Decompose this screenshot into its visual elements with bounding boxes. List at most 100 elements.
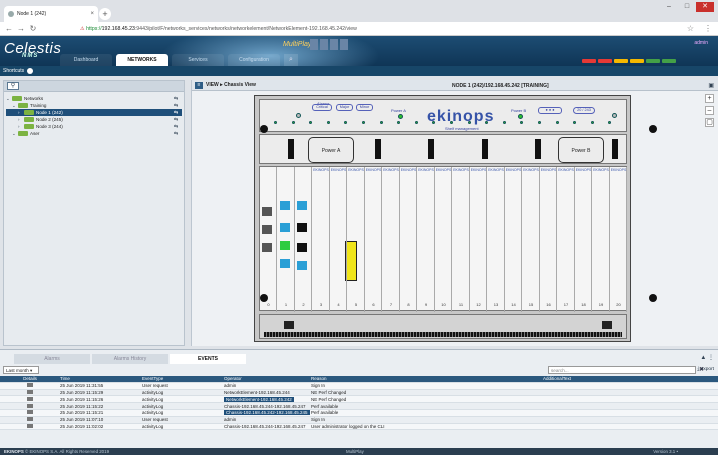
column-header[interactable]: Reason [311,376,543,381]
tab-networks[interactable]: NETWORKS [116,54,168,66]
fit-button[interactable]: ▢ [705,118,714,127]
card-slot[interactable]: EKINOPS 18 [575,167,592,312]
details-cell[interactable] [0,396,60,402]
port-module[interactable] [280,223,290,232]
details-cell[interactable] [0,423,60,429]
alarm-counter[interactable] [630,59,644,63]
port-module[interactable] [280,201,290,210]
table-row[interactable]: 25 Jun 2019 11:02:02 activityLog Chassis-1… [0,423,718,431]
tree-item[interactable]: ⌄ Networks ⇆ [6,95,182,102]
card-slot[interactable]: EKINOPS 7 [383,167,400,312]
tree-item[interactable]: › Node 3 (244) ⇆ [6,123,182,130]
table-row[interactable]: 25 Jun 2019 11:15:22 activityLog Chassis-1… [0,403,718,410]
details-icon[interactable] [27,403,33,408]
alarm-counter[interactable] [646,59,660,63]
close-tab-icon[interactable]: × [90,11,94,17]
chevron-icon[interactable]: › [18,117,22,122]
panel-options-icon[interactable]: ▲ ⋮ [700,354,714,361]
card-slot[interactable]: EKINOPS 3 [313,167,330,312]
card-slot[interactable]: EKINOPS 17 [558,167,575,312]
psu-a[interactable]: Power A [308,137,354,163]
psu-b[interactable]: Power B [558,137,604,163]
alarm-counter[interactable] [662,59,676,63]
alarm-counter[interactable] [582,59,596,63]
card-slot[interactable]: EKINOPS 12 [470,167,487,312]
zoom-out-button[interactable]: – [705,106,714,115]
details-icon[interactable] [27,383,33,388]
back-icon[interactable]: ← [4,24,14,34]
alarm-counters[interactable] [582,59,676,63]
close-window-button[interactable]: ✕ [696,2,714,12]
chevron-icon[interactable]: › [18,124,22,129]
browser-menu-icon[interactable]: ⋮ [704,24,712,33]
table-row[interactable]: 25 Jun 2019 11:15:26 activityLog NetworkEl… [0,396,718,404]
port-module[interactable] [297,261,307,270]
chevron-icon[interactable]: ⌄ [12,131,16,137]
column-header[interactable]: Details [0,376,60,381]
card-slot[interactable]: EKINOPS 19 [593,167,610,312]
maximize-button[interactable]: □ [678,2,696,12]
details-cell[interactable] [0,389,60,395]
url-field[interactable]: ⚠ https://192.168.45.23:9443/pilot/F/net… [80,24,680,34]
chassis[interactable]: Alarms Critical Major Minor Power A ekin… [254,95,631,342]
card-slot[interactable]: 0 [260,167,277,312]
table-row[interactable]: 25 Jun 2019 11:31:55 User request admin Sig… [0,382,718,390]
search-icon[interactable]: ⌕ [284,54,298,66]
card-slot[interactable]: EKINOPS 15 [523,167,540,312]
port-module[interactable] [280,241,290,250]
card-slot[interactable]: EKINOPS 5 [348,167,365,312]
details-cell[interactable] [0,410,60,415]
period-select[interactable]: Last month ▾ [3,366,39,374]
card-slot[interactable]: EKINOPS 11 [453,167,470,312]
card-slot[interactable]: EKINOPS 16 [540,167,557,312]
minimize-button[interactable]: – [660,2,678,12]
card-slot[interactable]: EKINOPS 14 [505,167,522,312]
export-button[interactable]: ⤓ export [697,366,714,372]
tab-services[interactable]: Services [172,54,224,66]
shortcuts-bar[interactable]: Shortcuts [0,66,718,76]
port-module[interactable] [280,259,290,268]
card-slot[interactable]: EKINOPS 4 [330,167,347,312]
zoom-in-button[interactable]: + [705,94,714,103]
forward-icon[interactable]: → [16,24,26,34]
column-header[interactable]: Operator [224,376,311,381]
chevron-icon[interactable]: ⌄ [6,96,10,102]
chevron-icon[interactable]: › [18,110,22,115]
browser-tab[interactable]: Node 1 (242) × [4,6,98,22]
reload-icon[interactable]: ↻ [28,24,38,34]
pin-icon[interactable] [27,67,34,74]
port-module[interactable] [297,201,307,210]
card-slot[interactable]: EKINOPS 8 [400,167,417,312]
table-row[interactable]: 25 Jun 2019 11:15:21 activityLog Chassis-1… [0,409,718,417]
tree-item[interactable]: ⌄ Training ⇆ [6,102,182,109]
card-slot[interactable]: EKINOPS 20 [610,167,627,312]
port-module[interactable] [297,223,307,232]
port-module[interactable] [262,225,272,234]
tree-item[interactable]: › Node 1 (242) ⇆ [6,109,182,116]
card-slot[interactable]: 1 [278,167,295,312]
details-icon[interactable] [27,389,33,394]
column-header[interactable]: Time [60,376,142,381]
tree-item[interactable]: ⌄ Aser ⇆ [6,130,182,137]
port-module[interactable] [262,243,272,252]
tab-dashboard[interactable]: Dashboard [60,54,112,66]
port-module[interactable] [297,243,307,252]
tab-alarms-history[interactable]: Alarms History [92,354,168,364]
column-header[interactable]: EventType [142,376,224,381]
column-header[interactable]: AdditionalText [543,376,718,381]
card-slot[interactable]: 2 [295,167,312,312]
details-icon[interactable] [27,423,33,428]
card-slot[interactable]: EKINOPS 13 [488,167,505,312]
details-icon[interactable] [27,410,33,415]
details-cell[interactable] [0,383,60,388]
details-cell[interactable] [0,403,60,409]
details-cell[interactable] [0,417,60,422]
filter-icon[interactable]: ⚲ [7,82,19,90]
tab-configuration[interactable]: Configuration [228,54,280,66]
details-icon[interactable] [27,396,33,401]
alarm-counter[interactable] [614,59,628,63]
details-icon[interactable] [27,417,33,422]
picture-icon[interactable]: ▣ [708,82,714,89]
bookmark-star-icon[interactable]: ☆ [687,24,694,33]
tree-item[interactable]: › Node 2 (245) ⇆ [6,116,182,123]
